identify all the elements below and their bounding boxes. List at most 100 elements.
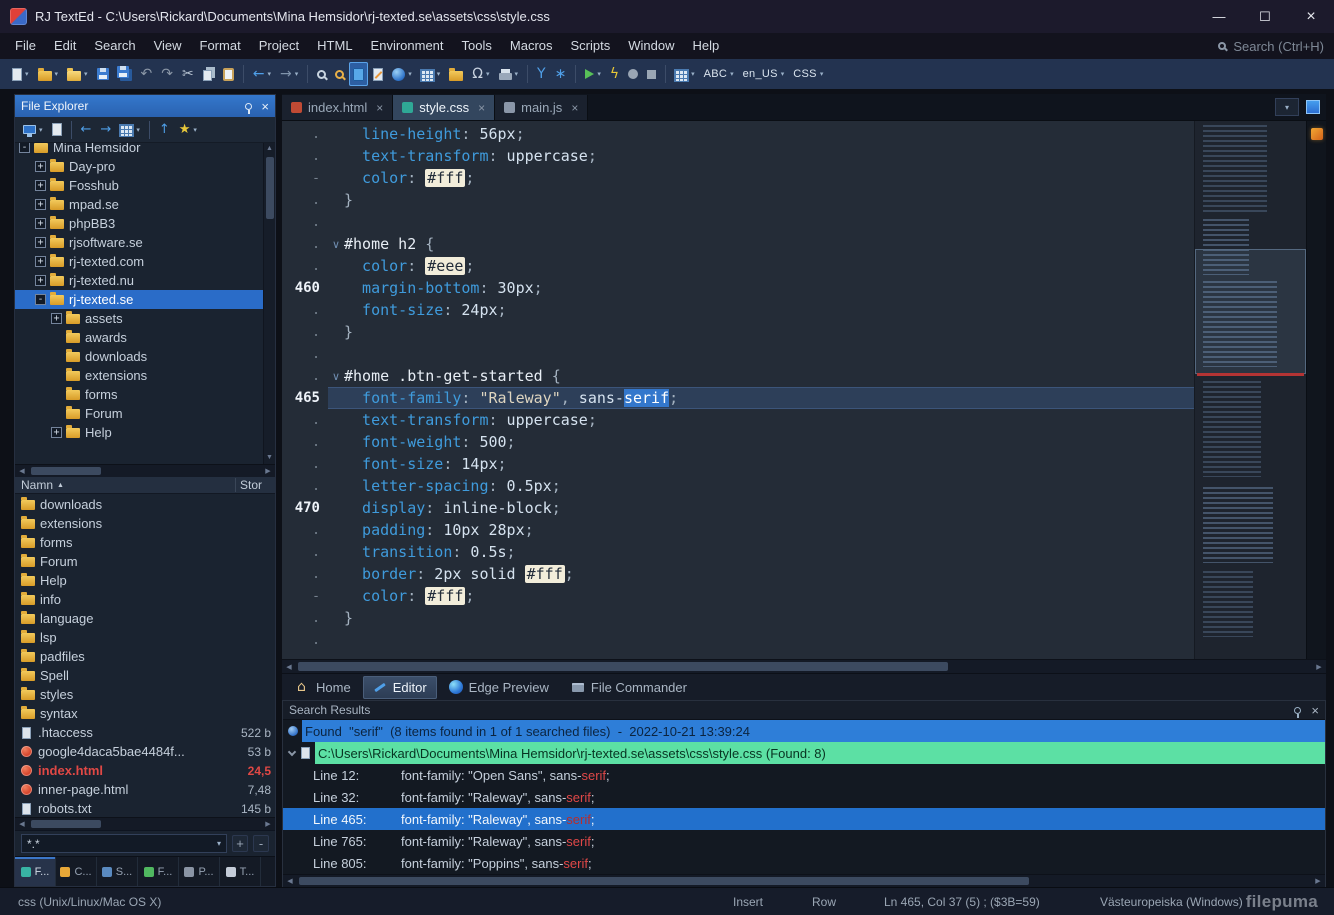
insert-table-button[interactable]: ▾ [417, 62, 445, 86]
print-button[interactable]: ▾ [495, 62, 523, 86]
scroll-left-icon[interactable]: ◀ [15, 820, 29, 828]
code-line[interactable]: .border: 2px solid #fff; [282, 563, 1194, 585]
special-characters-button[interactable]: Ω▾ [468, 62, 493, 86]
results-horizontal-scrollbar[interactable]: ◀ ▶ [283, 874, 1325, 887]
tree-item[interactable]: awards [15, 328, 275, 347]
view-tab-edge-preview[interactable]: Edge Preview [439, 676, 559, 699]
panel-tab-search-panel[interactable]: S... [97, 857, 138, 886]
tree-item[interactable]: +rj-texted.nu [15, 271, 275, 290]
tree-item[interactable]: +Fosshub [15, 176, 275, 195]
file-row[interactable]: Help [15, 571, 275, 590]
code-line[interactable]: .font-size: 14px; [282, 453, 1194, 475]
search-match-row[interactable]: Line 32:font-family: "Raleway", sans-ser… [283, 786, 1325, 808]
pin-icon[interactable] [1294, 707, 1301, 714]
tree-item[interactable]: -Mina Hemsidor [15, 143, 275, 157]
run-tool-button[interactable]: ▾ [581, 62, 605, 86]
tree-item[interactable]: extensions [15, 366, 275, 385]
view-tab-editor[interactable]: Editor [363, 676, 437, 699]
panel-tab-tools[interactable]: T... [220, 857, 261, 886]
expand-plus-icon[interactable]: + [51, 427, 62, 438]
file-row[interactable]: google4daca5bae4484f...53 b [15, 742, 275, 761]
scroll-left-icon[interactable]: ◀ [282, 663, 296, 671]
minimap[interactable] [1194, 121, 1306, 659]
quick-search[interactable]: Search (Ctrl+H) [1218, 39, 1324, 54]
tree-item[interactable]: +phpBB3 [15, 214, 275, 233]
scroll-left-icon[interactable]: ◀ [15, 467, 29, 475]
window-layout-button[interactable] [1306, 100, 1320, 114]
expand-plus-icon[interactable]: + [35, 199, 46, 210]
code-line[interactable]: 460margin-bottom: 30px; [282, 277, 1194, 299]
file-row[interactable]: robots.txt145 b [15, 799, 275, 817]
compare-files-button[interactable] [369, 62, 387, 86]
code-line[interactable]: .transition: 0.5s; [282, 541, 1194, 563]
code-line[interactable]: .} [282, 189, 1194, 211]
file-row[interactable]: padfiles [15, 647, 275, 666]
history-back-button[interactable]: ← [77, 118, 96, 142]
menu-scripts[interactable]: Scripts [562, 33, 620, 59]
search-match-row[interactable]: Line 765:font-family: "Raleway", sans-se… [283, 830, 1325, 852]
menu-view[interactable]: View [145, 33, 191, 59]
close-panel-icon[interactable]: × [261, 100, 269, 113]
expand-plus-icon[interactable]: + [35, 180, 46, 191]
preview-browser-button[interactable]: ▾ [388, 62, 416, 86]
search-match-row[interactable]: Line 465:font-family: "Raleway", sans-se… [283, 808, 1325, 830]
search-input[interactable]: Search (Ctrl+H) [1233, 39, 1324, 54]
menu-project[interactable]: Project [250, 33, 308, 59]
code-line[interactable]: 470display: inline-block; [282, 497, 1194, 519]
tree-item[interactable]: -rj-texted.se [15, 290, 275, 309]
snippets-button[interactable]: ∗ [551, 62, 571, 86]
find-in-files-button[interactable] [331, 62, 348, 86]
panel-tab-clips[interactable]: C... [56, 857, 97, 886]
menu-edit[interactable]: Edit [45, 33, 85, 59]
code-line[interactable]: .} [282, 321, 1194, 343]
spell-language-button[interactable]: en_US▾ [739, 62, 789, 86]
panel-tab-file-explorer[interactable]: F... [15, 857, 56, 886]
scroll-thumb[interactable] [298, 662, 948, 671]
new-document-button[interactable] [48, 118, 66, 142]
file-row[interactable]: styles [15, 685, 275, 704]
close-tab-icon[interactable]: × [571, 101, 578, 115]
code-line[interactable]: .} [282, 607, 1194, 629]
minimize-button[interactable]: — [1196, 0, 1242, 33]
editor-horizontal-scrollbar[interactable]: ◀ ▶ [282, 659, 1326, 673]
file-row[interactable]: info [15, 590, 275, 609]
code-line[interactable]: . [282, 211, 1194, 233]
tab-list-dropdown[interactable]: ▾ [1275, 98, 1299, 116]
menu-file[interactable]: File [6, 33, 45, 59]
collapse-minus-icon[interactable]: - [19, 143, 30, 153]
code-line[interactable]: .line-height: 56px; [282, 123, 1194, 145]
code-line[interactable]: 465font-family: "Raleway", sans-serif; [282, 387, 1194, 409]
maximize-button[interactable]: ☐ [1242, 0, 1288, 33]
folder-up-button[interactable]: ↑ [155, 118, 174, 142]
scroll-thumb[interactable] [299, 877, 1029, 885]
scroll-right-icon[interactable]: ▶ [1311, 877, 1325, 885]
paste-button[interactable] [219, 62, 238, 86]
column-size[interactable]: Stor [235, 478, 275, 492]
close-panel-icon[interactable]: × [1311, 704, 1319, 717]
syntax-grid-button[interactable]: ▾ [671, 62, 699, 86]
code-line[interactable]: .text-transform: uppercase; [282, 145, 1194, 167]
spell-check-button[interactable]: ABC▾ [700, 62, 738, 86]
fold-arrow-icon[interactable]: ∨ [328, 370, 344, 383]
copy-button[interactable] [199, 62, 218, 86]
scroll-thumb[interactable] [31, 820, 101, 828]
file-row[interactable]: syntax [15, 704, 275, 723]
file-row[interactable]: language [15, 609, 275, 628]
menu-environment[interactable]: Environment [362, 33, 453, 59]
show-desktop-button[interactable]: ▾ [19, 118, 47, 142]
navigate-forward-button[interactable]: →▾ [276, 62, 302, 86]
cut-button[interactable]: ✂ [178, 62, 198, 86]
scroll-thumb[interactable] [31, 467, 101, 475]
code-line[interactable]: . [282, 629, 1194, 651]
scroll-track[interactable] [296, 660, 1312, 673]
close-button[interactable]: × [1288, 0, 1334, 33]
file-row[interactable]: forms [15, 533, 275, 552]
code-line[interactable]: .∨#home h2 { [282, 233, 1194, 255]
file-row[interactable]: .htaccess522 b [15, 723, 275, 742]
file-row[interactable]: index.html24,5 [15, 761, 275, 780]
tree-vertical-scrollbar[interactable]: ▲ ▼ [263, 143, 275, 464]
stop-macro-button[interactable] [643, 62, 660, 86]
view-mode-button[interactable]: ▾ [116, 118, 144, 142]
publish-button[interactable] [445, 62, 467, 86]
pin-icon[interactable] [245, 103, 252, 110]
